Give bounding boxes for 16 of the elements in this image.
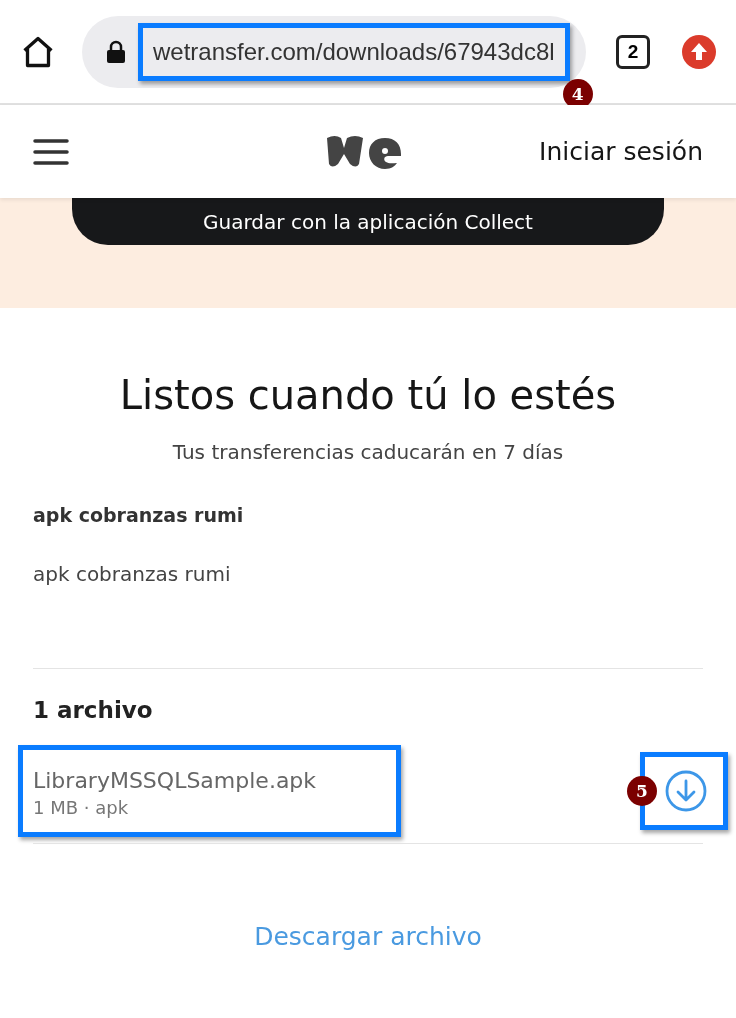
transfer-title: apk cobranzas rumi (33, 504, 245, 526)
page-heading: Listos cuando tú lo estés (118, 372, 618, 418)
file-name: LibraryMSSQLSample.apk (33, 768, 317, 793)
sign-in-link[interactable]: Iniciar sesión (539, 137, 703, 166)
expiry-text: Tus transferencias caducarán en 7 días (171, 440, 565, 464)
callout-number: 5 (627, 776, 657, 806)
transfer-message: apk cobranzas rumi (33, 562, 232, 586)
menu-icon[interactable] (33, 137, 69, 166)
tab-count[interactable]: 2 (616, 34, 650, 69)
lock-icon (106, 39, 126, 64)
download-button[interactable] (665, 770, 707, 812)
collect-app-button[interactable]: Guardar con la aplicación Collect (72, 198, 664, 245)
logo-icon (325, 133, 404, 170)
file-meta: 1 MB · apk (33, 797, 130, 818)
upload-icon[interactable] (682, 34, 716, 69)
file-count: 1 archivo (33, 697, 154, 723)
